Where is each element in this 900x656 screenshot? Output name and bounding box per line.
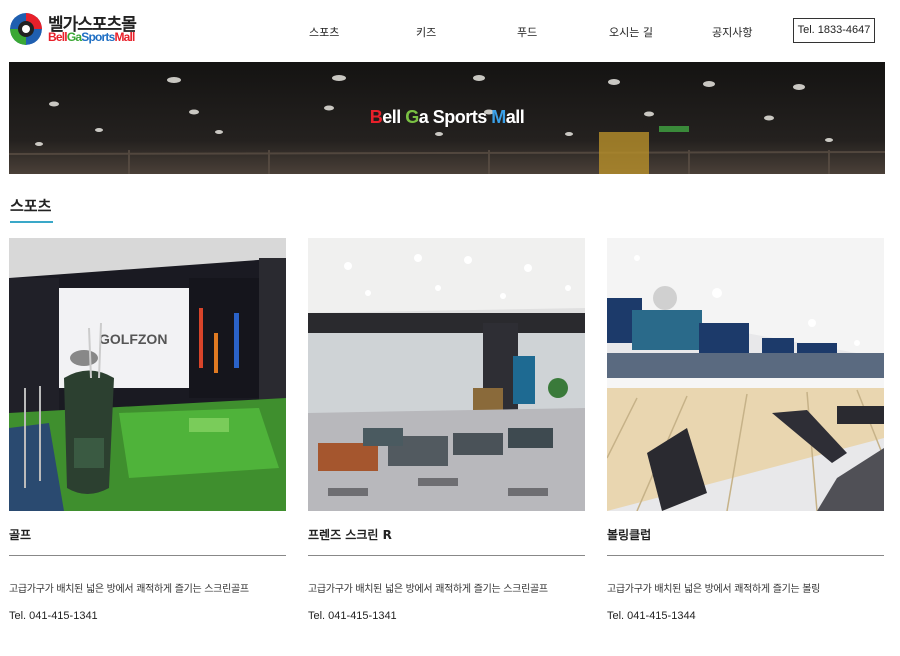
bowling-alley-photo[interactable]: [607, 238, 884, 511]
facility-name: 프렌즈 스크린 R: [308, 528, 392, 542]
hero-title-part: all: [505, 107, 525, 127]
facility-card-friends-screen[interactable]: 프렌즈 스크린 R 고급가구가 배치된 넓은 방에서 쾌적하게 즐기는 스크린골…: [308, 238, 585, 638]
nav-item-food[interactable]: 푸드: [517, 24, 537, 40]
logo-en-part: Sports: [81, 30, 115, 44]
logo-en-part: Bell: [48, 30, 68, 44]
facility-card-golf[interactable]: GOLFZON 골프 고급가구가 배치된 넓은 방에서 쾌적하게 즐기는 스크린…: [9, 238, 286, 638]
facility-description: 고급가구가 배치된 넓은 방에서 쾌적하게 즐기는 볼링: [607, 584, 821, 595]
card-divider: [9, 555, 286, 556]
main-nav: 스포츠 키즈 푸드 오시는 길 공지사항: [270, 0, 780, 60]
card-divider: [308, 555, 585, 556]
facility-description: 고급가구가 배치된 넓은 방에서 쾌적하게 즐기는 스크린골프: [308, 584, 548, 595]
facility-description: 고급가구가 배치된 넓은 방에서 쾌적하게 즐기는 스크린골프: [9, 584, 249, 595]
facility-name: 볼링클럽: [607, 528, 652, 542]
logo-en-part: Mall: [114, 30, 135, 44]
site-header: 벨가스포츠몰 BellGaSportsMall 스포츠 키즈 푸드 오시는 길 …: [0, 0, 900, 60]
nav-item-directions[interactable]: 오시는 길: [609, 24, 653, 40]
nav-item-sports[interactable]: 스포츠: [309, 24, 339, 40]
golf-screen-brand: GOLFZON: [99, 331, 167, 347]
hero-banner: Bell Ga Sports Mall: [9, 62, 885, 174]
facility-tel: Tel. 041-415-1344: [607, 610, 696, 622]
hero-title-part: ell: [382, 107, 406, 127]
section-title: 스포츠: [10, 197, 52, 215]
header-tel-button[interactable]: Tel. 1833-4647: [793, 18, 875, 43]
facility-card-bowling[interactable]: 볼링클럽 고급가구가 배치된 넓은 방에서 쾌적하게 즐기는 볼링 Tel. 0…: [607, 238, 884, 638]
hero-title-part: B: [369, 107, 383, 127]
hero-title-part: G: [405, 107, 419, 127]
hero-title-part: M: [491, 107, 506, 127]
hero-title-part: a Sports: [418, 107, 492, 127]
site-logo[interactable]: 벨가스포츠몰 BellGaSportsMall: [10, 12, 150, 48]
nav-item-kids[interactable]: 키즈: [416, 24, 436, 40]
lounge-photo[interactable]: [308, 238, 585, 511]
logo-emblem-icon: [10, 13, 42, 45]
facility-name: 골프: [9, 528, 32, 542]
logo-en-part: Ga: [66, 30, 82, 44]
card-divider: [607, 555, 884, 556]
section-title-underline: [10, 221, 53, 223]
facility-tel: Tel. 041-415-1341: [9, 610, 98, 622]
hero-title: Bell Ga Sports Mall: [9, 107, 885, 128]
facility-tel: Tel. 041-415-1341: [308, 610, 397, 622]
golf-simulator-photo[interactable]: GOLFZON: [9, 238, 286, 511]
nav-item-notice[interactable]: 공지사항: [712, 24, 752, 40]
logo-name-en: BellGaSportsMall: [48, 30, 135, 44]
